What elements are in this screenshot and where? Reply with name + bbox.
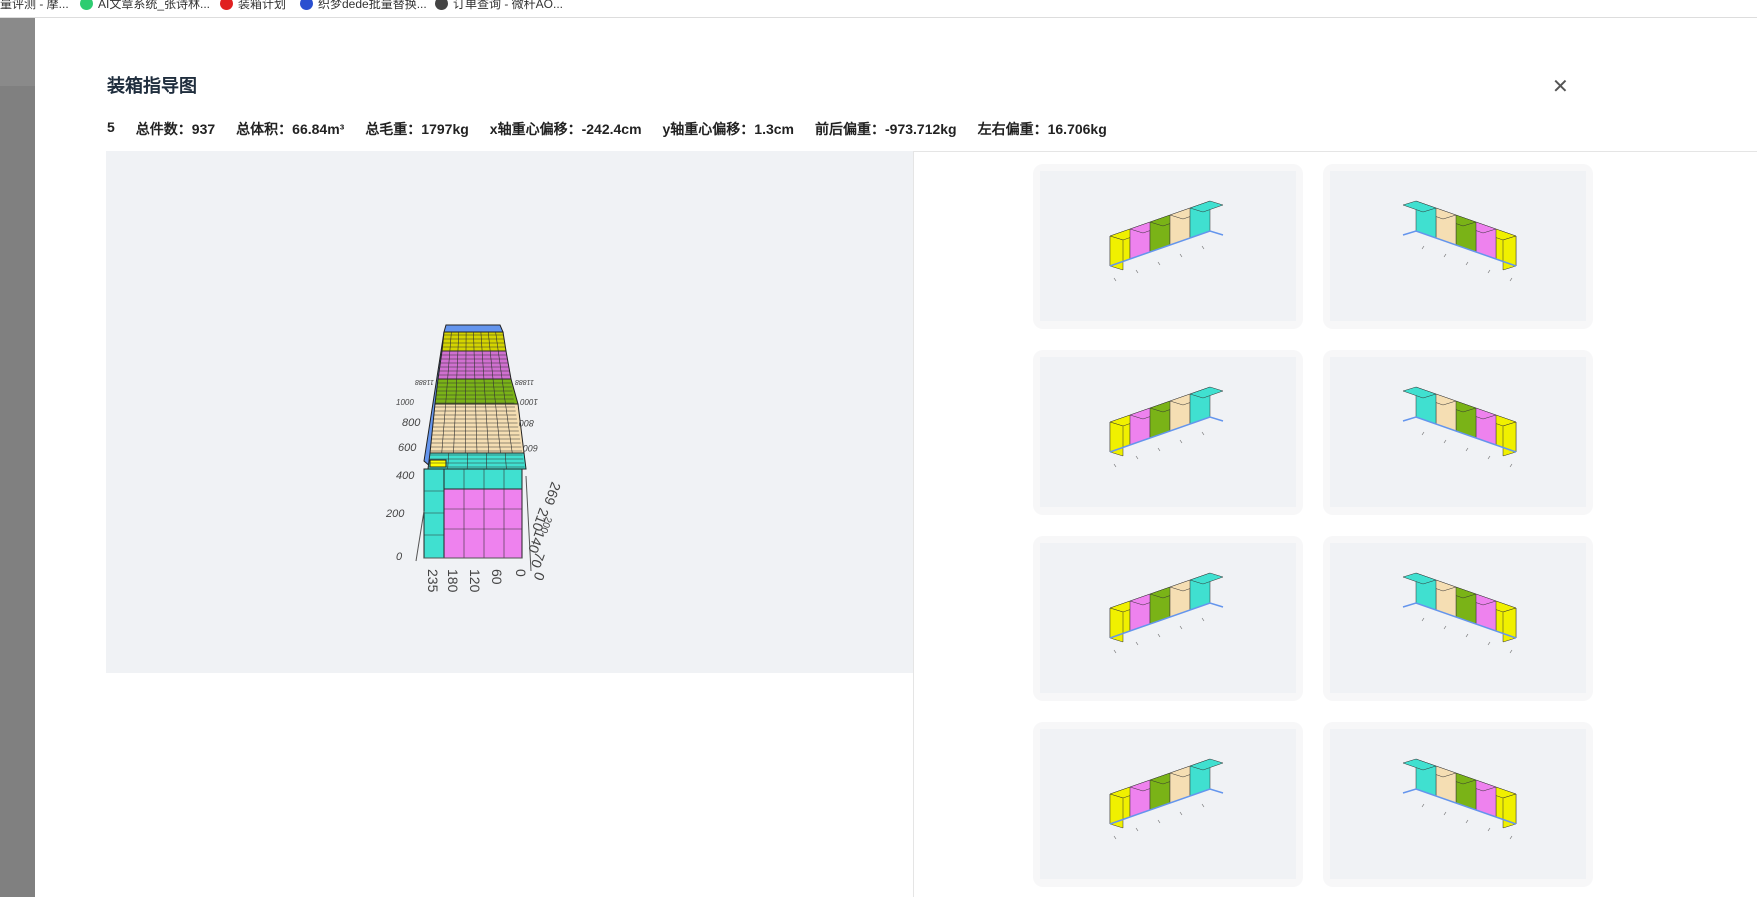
front-top-row [443, 468, 523, 490]
front-left-column [423, 468, 445, 559]
yellow-box [429, 459, 447, 468]
side-axis-label: 269 [541, 480, 564, 508]
bottom-axis-label: 235 [425, 569, 441, 593]
container-3d-render[interactable]: 0 200 400 600 800 1000 11888 600 800 100… [106, 151, 914, 673]
thumbnail-view[interactable] [1033, 722, 1303, 887]
left-axis-label: 200 [385, 508, 405, 520]
thumbnail-panel[interactable] [913, 151, 1757, 897]
thumbnail-render[interactable] [1330, 357, 1586, 507]
stat-x-offset: x轴重心偏移：-242.4cm [489, 121, 642, 137]
left-axis-label: 11888 [415, 378, 434, 385]
right-axis-label: 800 [519, 418, 534, 428]
right-axis-label: 11888 [515, 378, 534, 385]
left-axis-label: 400 [396, 470, 415, 482]
thumbnail-view[interactable] [1323, 164, 1593, 329]
bookmark-favicon-icon [220, 0, 233, 10]
thumbnail-view[interactable] [1033, 536, 1303, 701]
bookmark-item[interactable]: AI文章系统_张诗林... [80, 0, 210, 12]
bookmark-favicon-icon [300, 0, 313, 10]
thumbnail-view[interactable] [1323, 350, 1593, 515]
container-top [443, 324, 504, 333]
thumbnail-view[interactable] [1033, 350, 1303, 515]
packing-guide-modal: 装箱指导图 ✕ 5 总件数：937 总体积：66.84m³ 总毛重：1797kg… [35, 18, 1757, 897]
bookmark-label: 织梦dede批量替换... [318, 0, 427, 11]
right-axis-label: 1000 [520, 397, 538, 406]
side-axis-label: 0 [530, 570, 548, 583]
left-axis-label: 800 [402, 417, 421, 429]
thumbnail-render[interactable] [1040, 729, 1296, 879]
bookmark-item[interactable]: 织梦dede批量替换... [300, 0, 427, 12]
bottom-axis-label: 120 [467, 569, 483, 593]
bookmark-favicon-icon [80, 0, 93, 10]
modal-title: 装箱指导图 [107, 76, 197, 96]
bookmark-label: 订单查询 - 微秆AO... [453, 0, 564, 11]
thumbnail-view[interactable] [1323, 722, 1593, 887]
thumbnail-render[interactable] [1040, 357, 1296, 507]
stat-front-back: 前后偏重：-973.712kg [815, 121, 957, 137]
thumbnail-view[interactable] [1323, 536, 1593, 701]
thumbnail-render[interactable] [1330, 543, 1586, 693]
close-icon[interactable]: ✕ [1552, 74, 1569, 99]
bookmark-label: 装箱计划 [238, 0, 287, 11]
stat-total-count: 总件数：937 [135, 121, 216, 137]
stat-y-offset: y轴重心偏移：1.3cm [662, 121, 794, 137]
bookmark-label: 量评测 - 摩... [0, 0, 69, 11]
left-axis-label: 1000 [396, 398, 414, 407]
bookmark-item[interactable]: 装箱计划 [220, 0, 286, 12]
thumbnail-view[interactable] [1033, 164, 1303, 329]
bookmark-label: AI文章系统_张诗林... [98, 0, 211, 11]
bookmark-favicon-icon [435, 0, 448, 10]
main-3d-view[interactable]: 0 200 400 600 800 1000 11888 600 800 100… [106, 151, 914, 673]
bottom-axis-label: 0 [513, 569, 529, 577]
thumbnail-render[interactable] [1040, 171, 1296, 321]
right-axis-label: 600 [523, 443, 538, 453]
front-violet-block [443, 488, 523, 559]
thumbnail-render[interactable] [1330, 171, 1586, 321]
bottom-axis-label: 60 [489, 569, 505, 585]
thumbnail-render[interactable] [1040, 543, 1296, 693]
left-axis-label: 0 [396, 551, 403, 563]
bookmarks-bar: 量评测 - 摩... AI文章系统_张诗林... 装箱计划 织梦dede批量替换...… [0, 0, 1757, 18]
stat-total-volume: 总体积：66.84m³ [236, 121, 345, 137]
stat-left-right: 左右偏重：16.706kg [977, 121, 1107, 137]
bookmark-item[interactable]: 量评测 - 摩... [0, 0, 69, 12]
stats-bar: 5 总件数：937 总体积：66.84m³ 总毛重：1797kg x轴重心偏移：… [107, 119, 1107, 139]
thumbnail-render[interactable] [1330, 729, 1586, 879]
stat-gross-weight: 总毛重：1797kg [365, 121, 469, 137]
backdrop [0, 18, 35, 897]
left-axis-label: 600 [398, 442, 417, 454]
stat-index: 5 [107, 119, 115, 135]
bottom-axis-label: 180 [445, 569, 461, 593]
bookmark-item[interactable]: 订单查询 - 微秆AO... [435, 0, 563, 12]
